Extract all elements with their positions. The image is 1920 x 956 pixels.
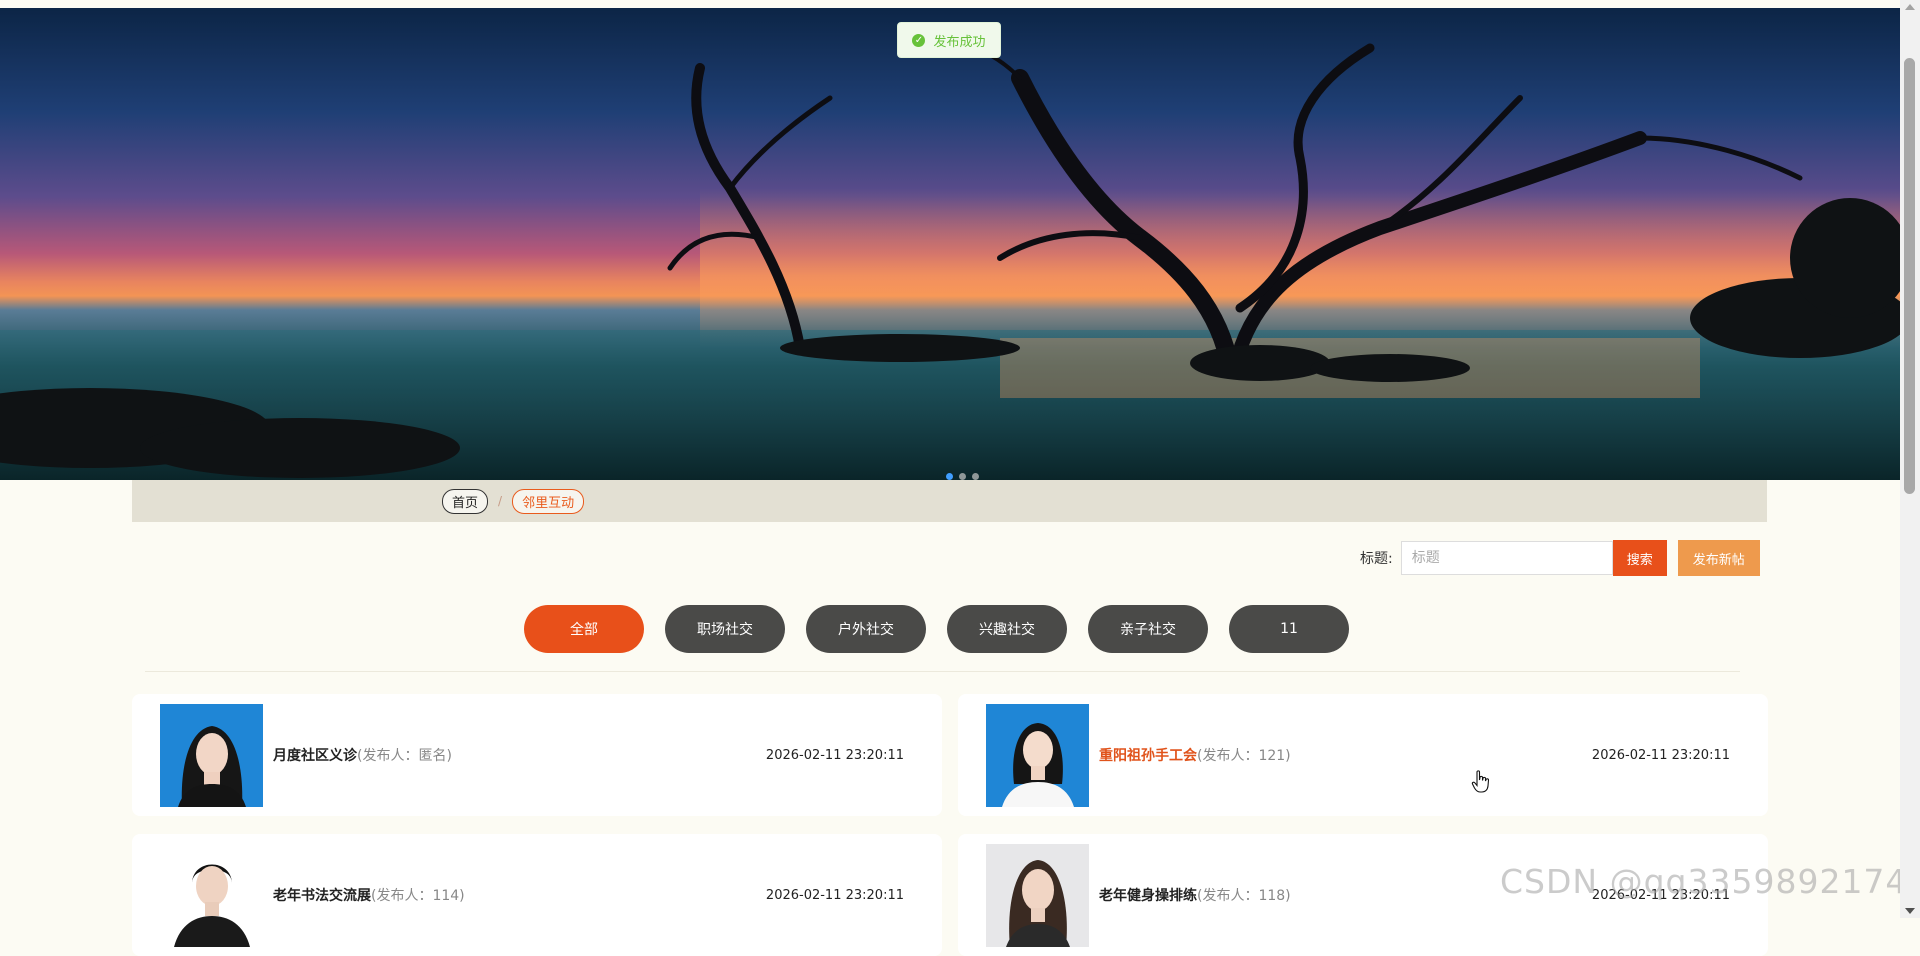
carousel-indicators [946, 473, 979, 480]
scroll-thumb[interactable] [1904, 58, 1915, 494]
divider [145, 671, 1740, 672]
post-card[interactable]: 重阳祖孙手工会 (发布人：121) 2026-02-11 23:20:11 [958, 694, 1768, 816]
category-tab-workplace[interactable]: 职场社交 [665, 605, 785, 653]
search-input[interactable] [1400, 541, 1613, 575]
post-avatar [986, 703, 1089, 807]
breadcrumb: 首页 / 邻里互动 [132, 480, 1767, 522]
breadcrumb-home[interactable]: 首页 [442, 488, 489, 514]
post-publisher: (发布人：121) [1197, 748, 1291, 764]
post-title[interactable]: 老年书法交流展 [273, 885, 371, 905]
hand-cursor-icon [1471, 770, 1490, 793]
search-bar: 标题: 搜索 发布新帖 [1360, 540, 1760, 576]
post-time: 2026-02-11 23:20:11 [765, 747, 904, 763]
post-title[interactable]: 月度社区义诊 [273, 745, 357, 765]
post-card[interactable]: 月度社区义诊 (发布人：匿名) 2026-02-11 23:20:11 [132, 694, 942, 816]
category-tab-11[interactable]: 11 [1229, 605, 1349, 653]
post-title[interactable]: 重阳祖孙手工会 [1099, 745, 1197, 765]
carousel-dot[interactable] [959, 473, 966, 480]
post-publisher: (发布人：匿名) [357, 748, 452, 764]
category-tab-family[interactable]: 亲子社交 [1088, 605, 1208, 653]
post-publisher: (发布人：114) [371, 888, 465, 904]
post-avatar [160, 843, 263, 947]
new-post-button[interactable]: 发布新帖 [1677, 540, 1760, 576]
post-avatar [986, 843, 1089, 947]
banner-image [0, 41, 1900, 480]
vertical-scrollbar[interactable] [1900, 0, 1920, 918]
post-avatar [160, 703, 263, 807]
category-tabs: 全部 职场社交 户外社交 兴趣社交 亲子社交 11 [524, 605, 1349, 653]
post-card[interactable]: 老年书法交流展 (发布人：114) 2026-02-11 23:20:11 [132, 834, 942, 956]
carousel-dot[interactable] [972, 473, 979, 480]
carousel-dot-active[interactable] [946, 473, 953, 480]
check-circle-icon: ✓ [912, 33, 926, 47]
breadcrumb-separator: / [498, 494, 503, 508]
breadcrumb-current[interactable]: 邻里互动 [512, 488, 585, 514]
category-tab-interest[interactable]: 兴趣社交 [947, 605, 1067, 653]
post-time: 2026-02-11 23:20:11 [1591, 747, 1730, 763]
post-title[interactable]: 老年健身操排练 [1099, 885, 1197, 905]
post-time: 2026-02-11 23:20:11 [765, 887, 904, 903]
post-publisher: (发布人：118) [1197, 888, 1291, 904]
search-button[interactable]: 搜索 [1612, 540, 1667, 576]
category-tab-outdoor[interactable]: 户外社交 [806, 605, 926, 653]
toast-message: 发布成功 [933, 34, 986, 50]
search-label: 标题: [1360, 551, 1393, 567]
success-toast: ✓ 发布成功 [897, 22, 1001, 58]
watermark: CSDN @qq3359892174 [1500, 862, 1908, 901]
banner-carousel[interactable] [0, 8, 1900, 480]
category-tab-all[interactable]: 全部 [524, 605, 644, 653]
scroll-up-icon[interactable] [1905, 4, 1915, 10]
scroll-down-icon[interactable] [1905, 908, 1915, 914]
